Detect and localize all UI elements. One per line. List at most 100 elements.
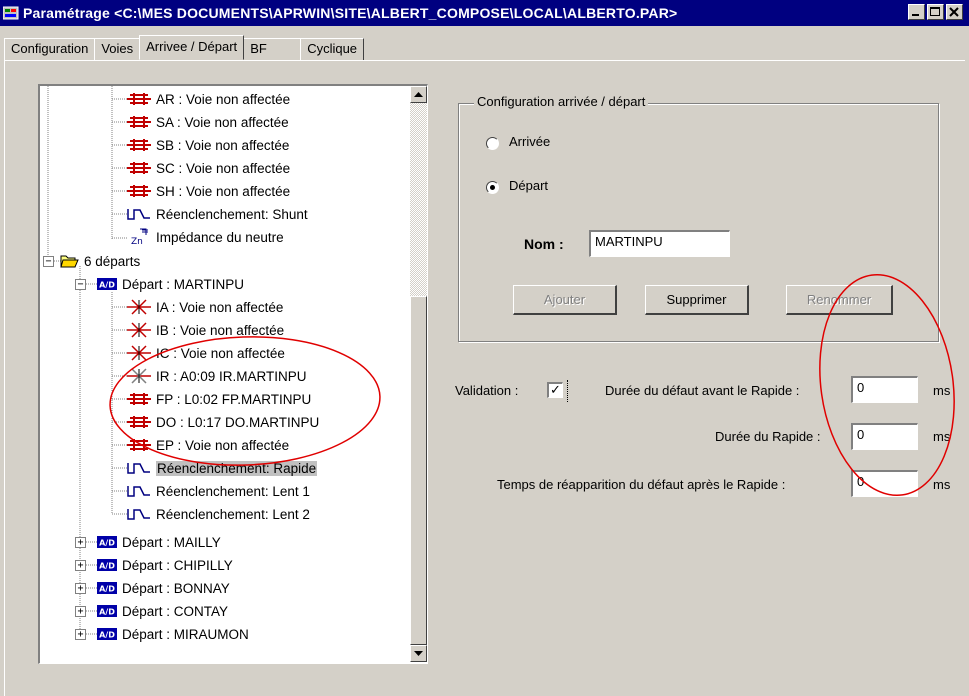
voie-red-icon (126, 182, 152, 200)
temps-reapparition-label: Temps de réapparition du défaut après le… (497, 477, 786, 492)
tree-item[interactable]: SC : Voie non affectée (126, 157, 290, 179)
renommer-button[interactable]: Renommer (786, 285, 893, 315)
ad-icon: A/D (96, 602, 118, 620)
tree-item-label: IB : Voie non affectée (156, 322, 285, 338)
tab-configuration[interactable]: Configuration (4, 38, 96, 60)
tree-item[interactable]: Zn Impédance du neutre (126, 226, 284, 248)
expand-depart-mailly[interactable]: + (75, 537, 86, 548)
tree-item-label: SA : Voie non affectée (156, 114, 289, 130)
tree-item-selected[interactable]: Réenclenchement: Rapide (126, 457, 318, 479)
tree-item[interactable]: IB : Voie non affectée (126, 319, 284, 341)
tree-item-label: IA : Voie non affectée (156, 299, 284, 315)
voie-crossed-icon (126, 367, 152, 385)
tree-item-depart-martinpu[interactable]: A/D Départ : MARTINPU (96, 273, 244, 295)
tree-item-depart-chipilly[interactable]: A/D Départ : CHIPILLY (96, 554, 233, 576)
tree-item-label: SC : Voie non affectée (156, 160, 291, 176)
supprimer-button[interactable]: Supprimer (645, 285, 749, 315)
expand-depart-chipilly[interactable]: + (75, 560, 86, 571)
tree-item-label: Impédance du neutre (156, 229, 284, 245)
tree-item-label: Réenclenchement: Shunt (156, 206, 308, 222)
tab-cyclique[interactable]: Cyclique (300, 38, 365, 60)
tree-item-label: DO : L0:17 DO.MARTINPU (156, 414, 320, 430)
tree-item[interactable]: DO : L0:17 DO.MARTINPU (126, 411, 319, 433)
expand-depart-miraumon[interactable]: + (75, 629, 86, 640)
tree-scrollbar[interactable] (410, 86, 427, 662)
tree-item[interactable]: Réenclenchement: Lent 2 (126, 503, 310, 525)
svg-text:A/D: A/D (99, 608, 115, 617)
tree-item[interactable]: AR : Voie non affectée (126, 88, 290, 110)
scroll-down-button[interactable] (410, 645, 427, 662)
tree-view[interactable]: − − + + + + + AR : Voie non affectée SA … (38, 84, 428, 664)
tree-item-label: SB : Voie non affectée (156, 137, 290, 153)
tree-item-label: AR : Voie non affectée (156, 91, 291, 107)
voie-crossed-icon (126, 321, 152, 339)
title-bar[interactable]: Paramétrage <C:\MES DOCUMENTS\APRWIN\SIT… (0, 0, 969, 26)
tree-item[interactable]: Réenclenchement: Shunt (126, 203, 308, 225)
tree-item[interactable]: SB : Voie non affectée (126, 134, 289, 156)
svg-text:A/D: A/D (99, 585, 115, 594)
app-icon (2, 5, 19, 21)
config-group-title: Configuration arrivée / départ (474, 94, 649, 109)
validation-checkbox[interactable]: ✓ (547, 382, 563, 398)
tree-item-depart-mailly[interactable]: A/D Départ : MAILLY (96, 531, 221, 553)
ad-icon: A/D (96, 625, 118, 643)
collapse-6-departs[interactable]: − (43, 256, 54, 267)
svg-text:A/D: A/D (99, 631, 115, 640)
check-mark-icon: ✓ (550, 382, 561, 397)
tree-item[interactable]: IC : Voie non affectée (126, 342, 285, 364)
temps-reapparition-input[interactable]: 0 (851, 470, 918, 497)
validation-label: Validation : (455, 383, 519, 398)
tree-item-label: IR : A0:09 IR.MARTINPU (156, 368, 307, 384)
tree-item-label: FP : L0:02 FP.MARTINPU (156, 391, 312, 407)
scroll-thumb[interactable] (410, 296, 427, 645)
tab-arrivee-depart[interactable]: Arrivee / Départ (139, 35, 245, 60)
nom-input[interactable]: MARTINPU (589, 230, 730, 257)
tree-item-label: Réenclenchement: Lent 1 (156, 483, 310, 499)
tree-item-depart-miraumon[interactable]: A/D Départ : MIRAUMON (96, 623, 249, 645)
svg-text:A/D: A/D (99, 539, 115, 548)
duree-rapide-unit: ms (933, 429, 951, 444)
radio-depart[interactable] (486, 181, 499, 194)
voie-red-icon (126, 113, 152, 131)
tree-item-6-departs[interactable]: 6 départs (60, 250, 140, 272)
maximize-button[interactable] (927, 4, 944, 20)
minimize-button[interactable] (908, 4, 925, 20)
parametrage-window: Paramétrage <C:\MES DOCUMENTS\APRWIN\SIT… (0, 0, 969, 696)
tree-item-depart-bonnay[interactable]: A/D Départ : BONNAY (96, 577, 230, 599)
tree-item[interactable]: IR : A0:09 IR.MARTINPU (126, 365, 307, 387)
duree-defaut-input[interactable]: 0 (851, 376, 918, 403)
tree-item[interactable]: SA : Voie non affectée (126, 111, 289, 133)
duree-defaut-label: Durée du défaut avant le Rapide : (605, 383, 800, 398)
tree-item-label: Réenclenchement: Rapide (156, 460, 318, 476)
tab-voies[interactable]: Voies (94, 38, 141, 60)
tree-item-label: EP : Voie non affectée (156, 437, 290, 453)
scroll-up-button[interactable] (410, 86, 427, 103)
ajouter-button[interactable]: Ajouter (513, 285, 617, 315)
duree-rapide-input[interactable]: 0 (851, 423, 918, 450)
tree-item[interactable]: EP : Voie non affectée (126, 434, 289, 456)
close-button[interactable] (946, 4, 963, 20)
tree-item[interactable]: SH : Voie non affectée (126, 180, 290, 202)
tab-bf[interactable]: BF (243, 38, 302, 60)
voie-crossed-icon (126, 344, 152, 362)
window-title: Paramétrage <C:\MES DOCUMENTS\APRWIN\SIT… (23, 5, 678, 21)
tree-item-label: 6 départs (84, 253, 141, 269)
duree-defaut-unit: ms (933, 383, 951, 398)
expand-depart-contay[interactable]: + (75, 606, 86, 617)
collapse-depart-martinpu[interactable]: − (75, 279, 86, 290)
nom-label: Nom : (524, 236, 564, 252)
voie-crossed-icon (126, 298, 152, 316)
tree-item-label: Départ : CONTAY (122, 603, 229, 619)
expand-depart-bonnay[interactable]: + (75, 583, 86, 594)
tree-item[interactable]: IA : Voie non affectée (126, 296, 283, 318)
tree-item[interactable]: FP : L0:02 FP.MARTINPU (126, 388, 311, 410)
reenclenchement-icon (126, 205, 152, 223)
tree-item[interactable]: Réenclenchement: Lent 1 (126, 480, 310, 502)
tree-item-label: SH : Voie non affectée (156, 183, 291, 199)
folder-open-icon (60, 252, 80, 270)
duree-rapide-label: Durée du Rapide : (715, 429, 821, 444)
tree-item-label: Départ : CHIPILLY (122, 557, 233, 573)
reenclenchement-icon (126, 459, 152, 477)
tree-item-depart-contay[interactable]: A/D Départ : CONTAY (96, 600, 228, 622)
radio-arrivee[interactable] (486, 137, 499, 150)
